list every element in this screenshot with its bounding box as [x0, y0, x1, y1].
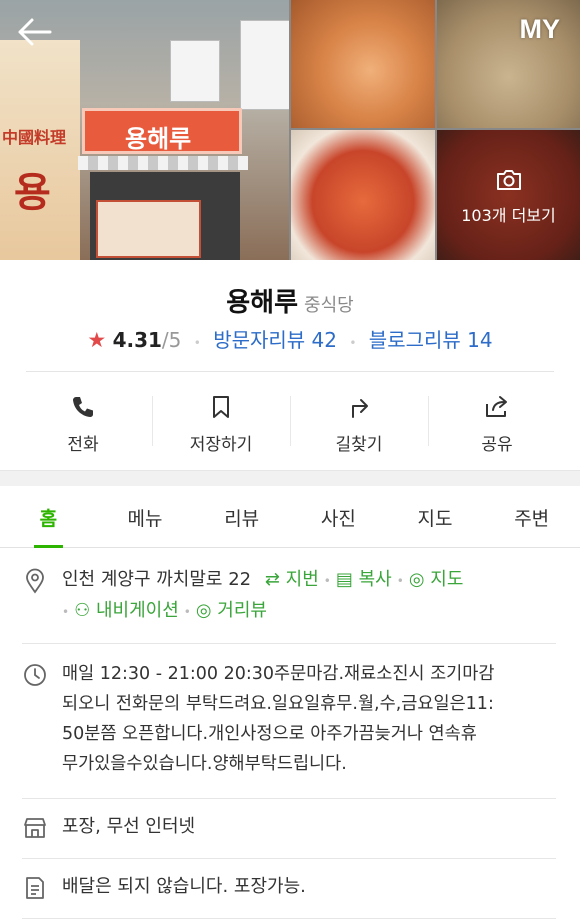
address-row: 인천 계양구 까치말로 22 ⇄ 지번 • ▤ 복사 • ◎ 지도 • ⚇ 내비게이션 • ◎…	[22, 566, 558, 636]
document-icon	[26, 877, 44, 899]
shop-sign: 용해루	[82, 108, 242, 154]
tab-map[interactable]: 지도	[387, 486, 484, 547]
camera-icon	[497, 170, 521, 190]
my-button[interactable]: MY	[520, 14, 561, 46]
location-pin-icon	[26, 568, 44, 594]
divider	[26, 371, 554, 372]
facilities-row: 포장, 무선 인터넷	[22, 813, 558, 845]
clock-icon	[24, 664, 46, 686]
delivery-row: 배달은 되지 않습니다. 포장가능.	[22, 873, 558, 905]
directions-icon	[352, 399, 368, 418]
tab-home[interactable]: 홈	[0, 486, 97, 548]
streetview-link[interactable]: ◎ 거리뷰	[196, 600, 267, 621]
divider	[22, 643, 556, 644]
visitor-reviews-link[interactable]: 방문자리뷰 42	[213, 328, 337, 352]
phone-icon	[73, 397, 93, 417]
star-icon: ★	[87, 328, 107, 352]
address-text: 인천 계양구 까치말로 22	[62, 569, 252, 590]
tab-bar: 홈 메뉴 리뷰 사진 지도 주변	[0, 486, 580, 548]
more-photos-button[interactable]: 103개 더보기	[437, 130, 580, 260]
rating-score: 4.31	[112, 328, 162, 352]
facilities-text: 포장, 무선 인터넷	[62, 816, 196, 837]
map-pin-icon: ◎	[408, 569, 425, 590]
more-photos-label: 103개 더보기	[461, 206, 556, 225]
call-button[interactable]: 전화	[14, 374, 152, 468]
car-icon: ⚇	[74, 600, 91, 621]
bookmark-icon	[213, 396, 229, 418]
tab-nearby[interactable]: 주변	[483, 486, 580, 547]
divider	[22, 918, 556, 919]
streetview-icon: ◎	[195, 600, 212, 621]
photo-gallery[interactable]: 中國料理 용 용해루 MY 103개 더보기	[0, 0, 580, 260]
delivery-text: 배달은 되지 않습니다. 포장가능.	[62, 876, 306, 897]
food-photo-3[interactable]	[291, 130, 435, 260]
share-button[interactable]: 공유	[428, 374, 566, 468]
tab-reviews[interactable]: 리뷰	[193, 486, 290, 547]
place-category: 중식당	[304, 295, 354, 316]
blog-reviews-link[interactable]: 블로그리뷰 14	[369, 328, 493, 352]
save-button[interactable]: 저장하기	[152, 374, 290, 468]
hours-row: 매일 12:30 - 21:00 20:30주문마감.재료소진시 조기마감 되오…	[22, 660, 558, 784]
section-gap	[0, 470, 580, 486]
jibeon-link[interactable]: ⇄ 지번	[265, 569, 319, 590]
copy-link[interactable]: ▤ 복사	[336, 569, 392, 590]
hours-text: 매일 12:30 - 21:00 20:30주문마감.재료소진시 조기마감 되오…	[62, 664, 495, 774]
place-name: 용해루	[226, 288, 299, 318]
share-icon	[486, 396, 507, 417]
rating-max: /5	[161, 328, 182, 352]
map-link[interactable]: ◎ 지도	[409, 569, 464, 590]
action-bar: 전화 저장하기 길찾기 공유	[14, 374, 566, 468]
back-arrow-icon	[18, 18, 52, 46]
back-button[interactable]	[14, 14, 54, 50]
swap-icon: ⇄	[264, 569, 280, 590]
directions-button[interactable]: 길찾기	[290, 374, 428, 468]
divider	[22, 798, 556, 799]
tab-menu[interactable]: 메뉴	[97, 486, 194, 547]
divider	[22, 858, 556, 859]
copy-icon: ▤	[335, 569, 353, 590]
store-icon	[24, 818, 46, 838]
food-photo-1[interactable]	[291, 0, 435, 128]
place-summary: 용해루 중식당 ★ 4.31/5 • 방문자리뷰 42 • 블로그리뷰 14	[87, 288, 493, 352]
navigation-link[interactable]: ⚇ 내비게이션	[74, 600, 179, 621]
tab-photos[interactable]: 사진	[290, 486, 387, 547]
